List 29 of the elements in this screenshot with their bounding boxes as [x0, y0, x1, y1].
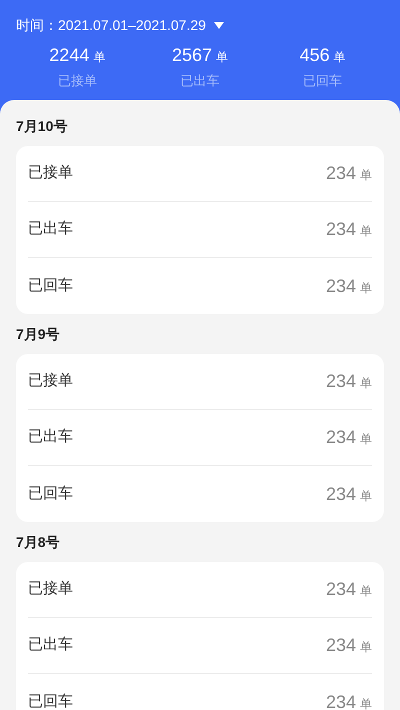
summary-label: 已出车	[180, 72, 220, 90]
date-heading: 7月10号	[16, 117, 68, 136]
row-count: 234 单	[326, 634, 372, 657]
row-label: 已接单	[28, 163, 73, 184]
row-label: 已回车	[28, 276, 73, 296]
row-label: 已出车	[28, 219, 73, 240]
row-count: 234 单	[326, 274, 372, 298]
row-label: 已回车	[28, 484, 73, 504]
row-count: 234 单	[326, 426, 372, 449]
row-label: 已接单	[28, 579, 73, 600]
row-count: 234 单	[326, 690, 372, 710]
summary-count: 2244 单	[49, 44, 106, 67]
dropdown-caret-icon	[214, 22, 224, 28]
row-label: 已出车	[28, 427, 73, 448]
summary-count: 456 单	[300, 44, 346, 67]
row-label: 已出车	[28, 635, 73, 656]
date-heading: 7月8号	[16, 533, 61, 552]
date-heading: 7月9号	[16, 325, 61, 344]
summary-count: 2567 单	[172, 44, 228, 67]
row-count: 234 单	[326, 370, 372, 393]
row-label: 已回车	[28, 692, 73, 710]
row-count: 234 单	[326, 578, 372, 601]
row-count: 234 单	[326, 162, 372, 185]
row-label: 已接单	[28, 371, 73, 392]
row-count: 234 单	[326, 218, 372, 241]
summary-label: 已接单	[58, 72, 97, 90]
row-count: 234 单	[326, 482, 372, 506]
date-range-selector[interactable]: 时间：2021.07.01–2021.07.29	[16, 14, 224, 36]
summary-label: 已回车	[303, 72, 342, 90]
